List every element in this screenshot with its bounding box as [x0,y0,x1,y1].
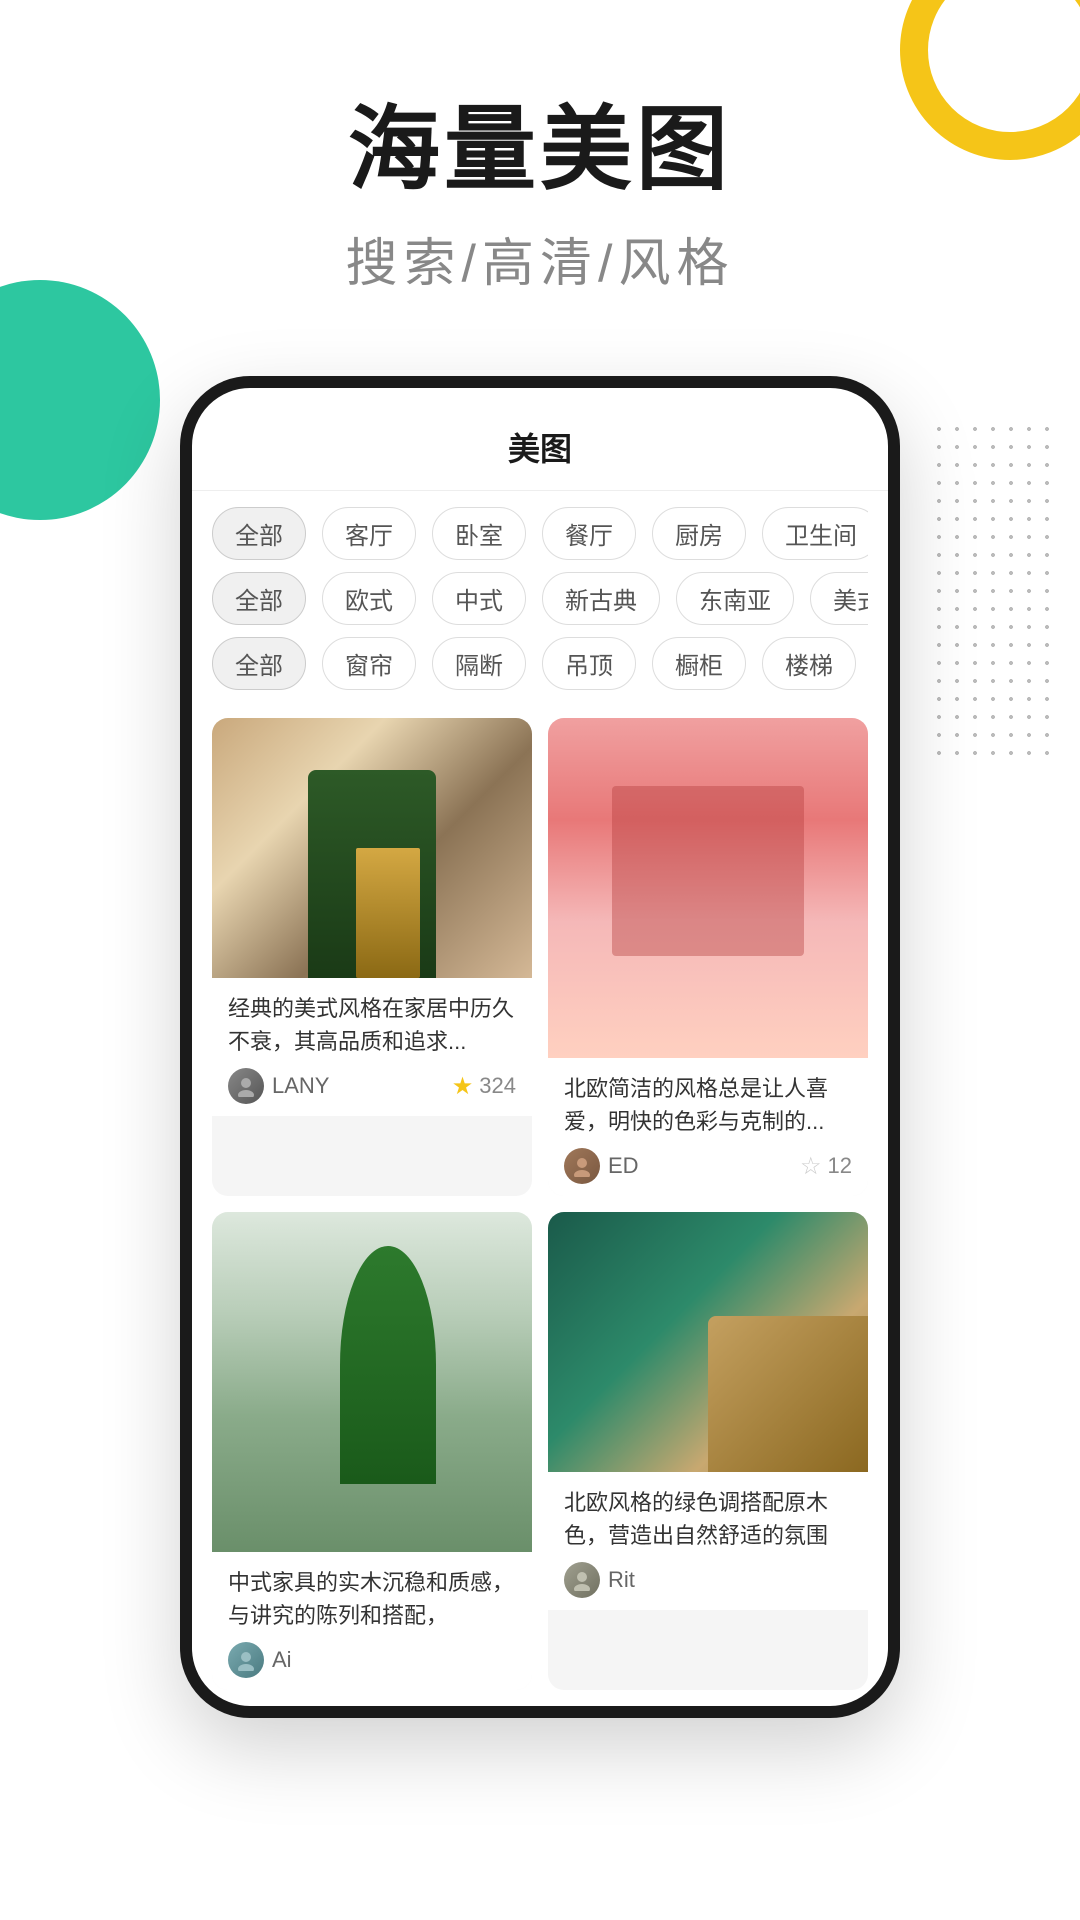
filter-tag-all-1[interactable]: 全部 [212,507,306,560]
card-image-green [212,1212,532,1552]
phone-nav-title: 美图 [192,388,888,491]
card-desc-4: 北欧风格的绿色调搭配原木色，营造出自然舒适的氛围 [564,1486,852,1552]
filter-tag-stairs[interactable]: 楼梯 [762,637,856,690]
filter-tag-living[interactable]: 客厅 [322,507,416,560]
filter-tag-chinese[interactable]: 中式 [432,572,526,625]
filter-tag-dining[interactable]: 餐厅 [542,507,636,560]
avatar-rit [564,1562,600,1598]
author-name-ed: ED [608,1153,639,1179]
star-count-1: 324 [479,1073,516,1099]
card-bedroom-american[interactable]: 经典的美式风格在家居中历久不衰，其高品质和追求... LANY [212,718,532,1196]
filter-row-room: 全部 客厅 卧室 餐厅 厨房 卫生间 [212,507,868,560]
card-info-3: 中式家具的实木沉稳和质感，与讲究的陈列和搭配， Ai [212,1552,532,1690]
sub-title: 搜索/高清/风格 [0,221,1080,296]
card-info-1: 经典的美式风格在家居中历久不衰，其高品质和追求... LANY [212,978,532,1116]
star-icon-1: ★ [452,1072,474,1101]
filter-tag-neoclassical[interactable]: 新古典 [542,572,660,625]
card-image-pink [548,718,868,1058]
avatar-ed [564,1148,600,1184]
main-title: 海量美图 [0,100,1080,201]
card-desc-2: 北欧简洁的风格总是让人喜爱，明快的色彩与克制的... [564,1072,852,1138]
phone-frame: 美图 全部 客厅 卧室 餐厅 厨房 卫生间 全部 欧式 中式 新古典 东南亚 美… [180,376,900,1718]
filter-tag-all-3[interactable]: 全部 [212,637,306,690]
author-name-ai: Ai [272,1647,292,1673]
author-name-lany: LANY [272,1073,329,1099]
card-author-2: ED [564,1148,639,1184]
filter-row-style: 全部 欧式 中式 新古典 东南亚 美式 [212,572,868,625]
filter-tag-american[interactable]: 美式 [810,572,868,625]
card-author-1: LANY [228,1068,329,1104]
card-author-3: Ai [228,1642,292,1678]
filter-tag-bedroom[interactable]: 卧室 [432,507,526,560]
card-green-plant[interactable]: 中式家具的实木沉稳和质感，与讲究的陈列和搭配， Ai [212,1212,532,1690]
filter-tag-southeast-asia[interactable]: 东南亚 [676,572,794,625]
filter-tag-curtain[interactable]: 窗帘 [322,637,416,690]
avatar-lany [228,1068,264,1104]
filter-tag-bathroom[interactable]: 卫生间 [762,507,868,560]
filter-tag-all-2[interactable]: 全部 [212,572,306,625]
card-desc-1: 经典的美式风格在家居中历久不衰，其高品质和追求... [228,992,516,1058]
card-pink-nordic[interactable]: 北欧简洁的风格总是让人喜爱，明快的色彩与克制的... ED [548,718,868,1196]
author-name-rit: Rit [608,1567,635,1593]
card-meta-2: ED ☆ 12 [564,1148,852,1184]
card-author-4: Rit [564,1562,635,1598]
filter-tag-kitchen[interactable]: 厨房 [652,507,746,560]
star-count-2: 12 [828,1153,852,1179]
filter-section: 全部 客厅 卧室 餐厅 厨房 卫生间 全部 欧式 中式 新古典 东南亚 美式 全… [192,491,888,690]
card-info-4: 北欧风格的绿色调搭配原木色，营造出自然舒适的氛围 Rit [548,1472,868,1610]
card-meta-1: LANY ★ 324 [228,1068,516,1104]
avatar-ai [228,1642,264,1678]
phone-wrapper: 美图 全部 客厅 卧室 餐厅 厨房 卫生间 全部 欧式 中式 新古典 东南亚 美… [0,376,1080,1718]
card-info-2: 北欧简洁的风格总是让人喜爱，明快的色彩与克制的... ED [548,1058,868,1196]
filter-tag-partition[interactable]: 隔断 [432,637,526,690]
filter-tag-cabinet[interactable]: 橱柜 [652,637,746,690]
filter-row-element: 全部 窗帘 隔断 吊顶 橱柜 楼梯 窗 [212,637,868,690]
filter-tag-european[interactable]: 欧式 [322,572,416,625]
filter-tag-ceiling[interactable]: 吊顶 [542,637,636,690]
header-area: 海量美图 搜索/高清/风格 [0,0,1080,336]
card-meta-3: Ai [228,1642,516,1678]
card-stars-1: ★ 324 [452,1072,516,1101]
card-meta-4: Rit [564,1562,852,1598]
card-teal-room[interactable]: 北欧风格的绿色调搭配原木色，营造出自然舒适的氛围 Rit [548,1212,868,1690]
image-grid: 经典的美式风格在家居中历久不衰，其高品质和追求... LANY [192,702,888,1706]
card-stars-2: ☆ 12 [800,1152,852,1181]
card-image-teal [548,1212,868,1472]
star-icon-2: ☆ [800,1152,822,1181]
card-desc-3: 中式家具的实木沉稳和质感，与讲究的陈列和搭配， [228,1566,516,1632]
card-image-bedroom [212,718,532,978]
